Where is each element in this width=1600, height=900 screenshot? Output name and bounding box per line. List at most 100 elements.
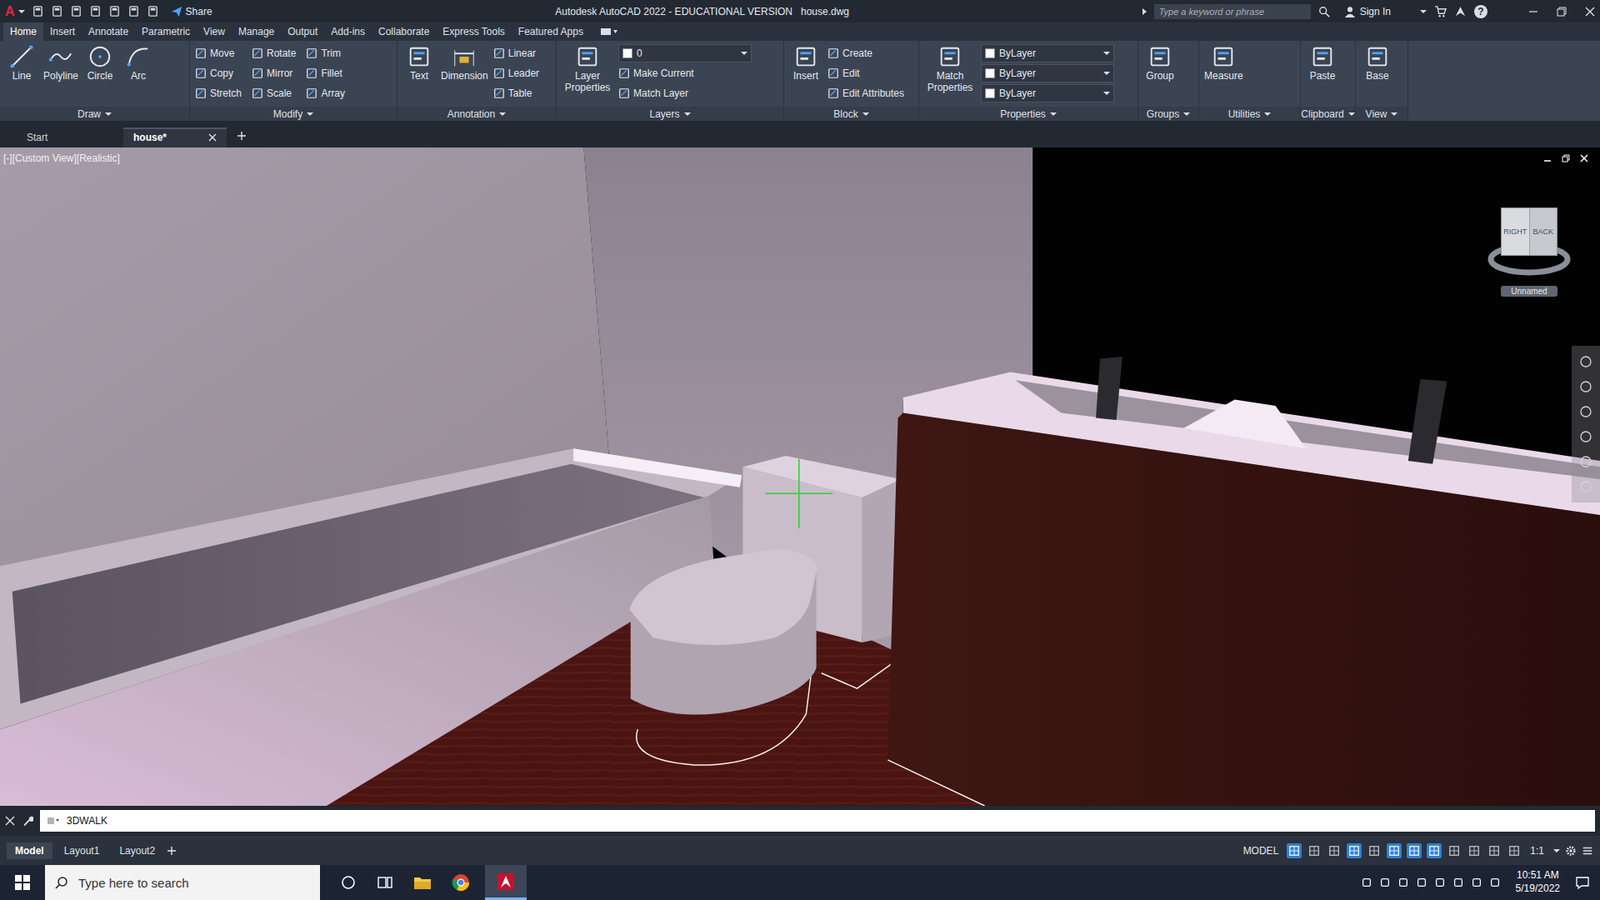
status-toggle[interactable] xyxy=(1486,843,1502,859)
task-view-icon[interactable] xyxy=(376,874,394,891)
base-button[interactable]: Base xyxy=(1360,44,1395,83)
move-button[interactable]: Move xyxy=(195,44,242,63)
chrome-icon[interactable] xyxy=(451,873,470,892)
ribbon-tab[interactable]: Annotate xyxy=(81,22,135,41)
measure-button[interactable]: Measure xyxy=(1204,44,1244,83)
match-properties-button[interactable]: Match Properties xyxy=(924,44,976,95)
copy-button[interactable]: Copy xyxy=(195,64,242,83)
ribbon-tab[interactable]: Add-ins xyxy=(324,22,372,41)
cortana-icon[interactable] xyxy=(340,874,357,891)
circle-button[interactable]: Circle xyxy=(83,44,117,83)
panel-title[interactable]: Block xyxy=(784,106,919,121)
panel-title[interactable]: Utilities xyxy=(1199,106,1300,121)
clock[interactable]: 10:51 AM 5/19/2022 xyxy=(1515,869,1560,895)
drawing-viewport[interactable]: [-][Custom View][Realistic] RIGHT BACK U… xyxy=(0,147,1600,806)
trim-button[interactable]: Trim xyxy=(305,44,345,63)
cart-icon[interactable] xyxy=(1434,5,1447,18)
tray-icon[interactable] xyxy=(1379,876,1391,889)
quick-access-icon[interactable] xyxy=(146,5,160,18)
layer-dropdown[interactable]: 0 xyxy=(618,44,752,63)
status-toggle[interactable] xyxy=(1466,843,1482,859)
layout-tab[interactable]: Layout1 xyxy=(55,842,109,860)
autocad-taskbar-button[interactable] xyxy=(485,865,527,900)
ucs-menu[interactable]: Unnamed xyxy=(1500,285,1557,297)
edit-attributes-button[interactable]: Edit Attributes xyxy=(827,84,905,103)
rotate-button[interactable]: Rotate xyxy=(251,44,296,63)
mirror-button[interactable]: Mirror xyxy=(251,64,296,83)
app-menu-button[interactable]: A xyxy=(5,4,15,20)
caret-icon[interactable] xyxy=(1420,10,1427,14)
ribbon-tab[interactable]: Home xyxy=(3,22,44,41)
quick-access-icon[interactable] xyxy=(89,5,102,18)
windows-start-icon[interactable] xyxy=(15,875,30,890)
tray-icon[interactable] xyxy=(1470,876,1483,889)
arc-button[interactable]: Arc xyxy=(121,44,155,83)
tray-icon[interactable] xyxy=(1434,876,1446,889)
group-button[interactable]: Group xyxy=(1143,44,1177,83)
search-icon[interactable] xyxy=(1318,5,1330,18)
ribbon-tab[interactable]: Express Tools xyxy=(435,22,511,41)
nav-tool-icon[interactable] xyxy=(1578,379,1594,395)
ribbon-tab[interactable]: Featured Apps xyxy=(511,22,590,41)
cube-face[interactable]: BACK xyxy=(1530,208,1558,255)
layout-tab[interactable]: Layout2 xyxy=(110,842,164,860)
new-tab-icon[interactable] xyxy=(236,130,247,141)
status-toggle[interactable] xyxy=(1406,843,1422,859)
edit-button[interactable]: Edit xyxy=(827,64,905,83)
recent-commands-icon[interactable] xyxy=(46,815,60,826)
status-toggle[interactable] xyxy=(1326,843,1342,859)
polyline-button[interactable]: Polyline xyxy=(43,44,79,83)
status-toggle[interactable] xyxy=(1446,843,1462,859)
ribbon-tab[interactable]: View xyxy=(196,22,232,41)
autodesk-icon[interactable] xyxy=(1454,5,1467,18)
caret-icon[interactable] xyxy=(1553,849,1560,853)
create-button[interactable]: Create xyxy=(827,44,905,63)
notifications-icon[interactable] xyxy=(1575,875,1590,890)
quick-access-icon[interactable] xyxy=(50,5,64,18)
dimension-button[interactable]: Dimension xyxy=(440,44,489,83)
table-button[interactable]: Table xyxy=(493,84,540,103)
paste-button[interactable]: Paste xyxy=(1305,44,1340,83)
panel-title[interactable]: Groups xyxy=(1138,106,1199,121)
help-search-field[interactable]: Type a keyword or phrase xyxy=(1154,4,1311,20)
cube-face[interactable]: RIGHT xyxy=(1501,208,1530,255)
settings-gear-icon[interactable] xyxy=(1565,845,1577,857)
tray-icon[interactable] xyxy=(1397,876,1410,889)
status-toggle[interactable] xyxy=(1426,843,1442,859)
close-command-icon[interactable] xyxy=(5,815,15,826)
nav-tool-icon[interactable] xyxy=(1578,354,1594,370)
stretch-button[interactable]: Stretch xyxy=(195,84,242,103)
customize-wrench-icon[interactable] xyxy=(21,815,34,827)
close-tab-icon[interactable] xyxy=(208,133,217,142)
quick-access-icon[interactable] xyxy=(70,5,83,18)
sign-in-button[interactable]: Sign In xyxy=(1344,5,1391,18)
status-toggle[interactable] xyxy=(1506,843,1522,859)
viewport-close-icon[interactable] xyxy=(1580,154,1589,163)
status-toggle[interactable] xyxy=(1286,843,1302,859)
fillet-button[interactable]: Fillet xyxy=(305,64,345,83)
customize-menu-icon[interactable] xyxy=(1581,845,1594,857)
tray-icon[interactable] xyxy=(1489,876,1501,889)
3d-model-scene[interactable] xyxy=(0,147,1600,806)
file-tab[interactable]: Start xyxy=(16,129,120,148)
property-dropdown[interactable]: ByLayer xyxy=(980,64,1115,83)
panel-title[interactable]: View xyxy=(1355,106,1408,121)
nav-tool-icon[interactable] xyxy=(1578,454,1594,470)
tray-icon[interactable] xyxy=(1360,876,1373,889)
status-toggle[interactable] xyxy=(1366,843,1382,859)
match-layer-button[interactable]: Match Layer xyxy=(618,84,752,103)
quick-access-icon[interactable] xyxy=(31,5,45,18)
ribbon-tab[interactable]: Output xyxy=(280,22,325,41)
layer-properties-button[interactable]: Layer Properties xyxy=(561,44,614,95)
tray-icon[interactable] xyxy=(1415,876,1428,889)
status-toggle[interactable] xyxy=(1346,843,1362,859)
minimize-icon[interactable] xyxy=(1528,6,1539,17)
panel-title[interactable]: Modify xyxy=(190,106,397,121)
linear-button[interactable]: Linear xyxy=(493,44,540,63)
panel-title[interactable]: Properties xyxy=(919,106,1138,121)
viewport-restore-icon[interactable] xyxy=(1561,154,1570,163)
file-explorer-icon[interactable] xyxy=(413,874,432,891)
text-button[interactable]: Text xyxy=(402,44,436,83)
annotation-scale-button[interactable]: 1:1 xyxy=(1530,845,1545,857)
tray-icon[interactable] xyxy=(1452,876,1465,889)
